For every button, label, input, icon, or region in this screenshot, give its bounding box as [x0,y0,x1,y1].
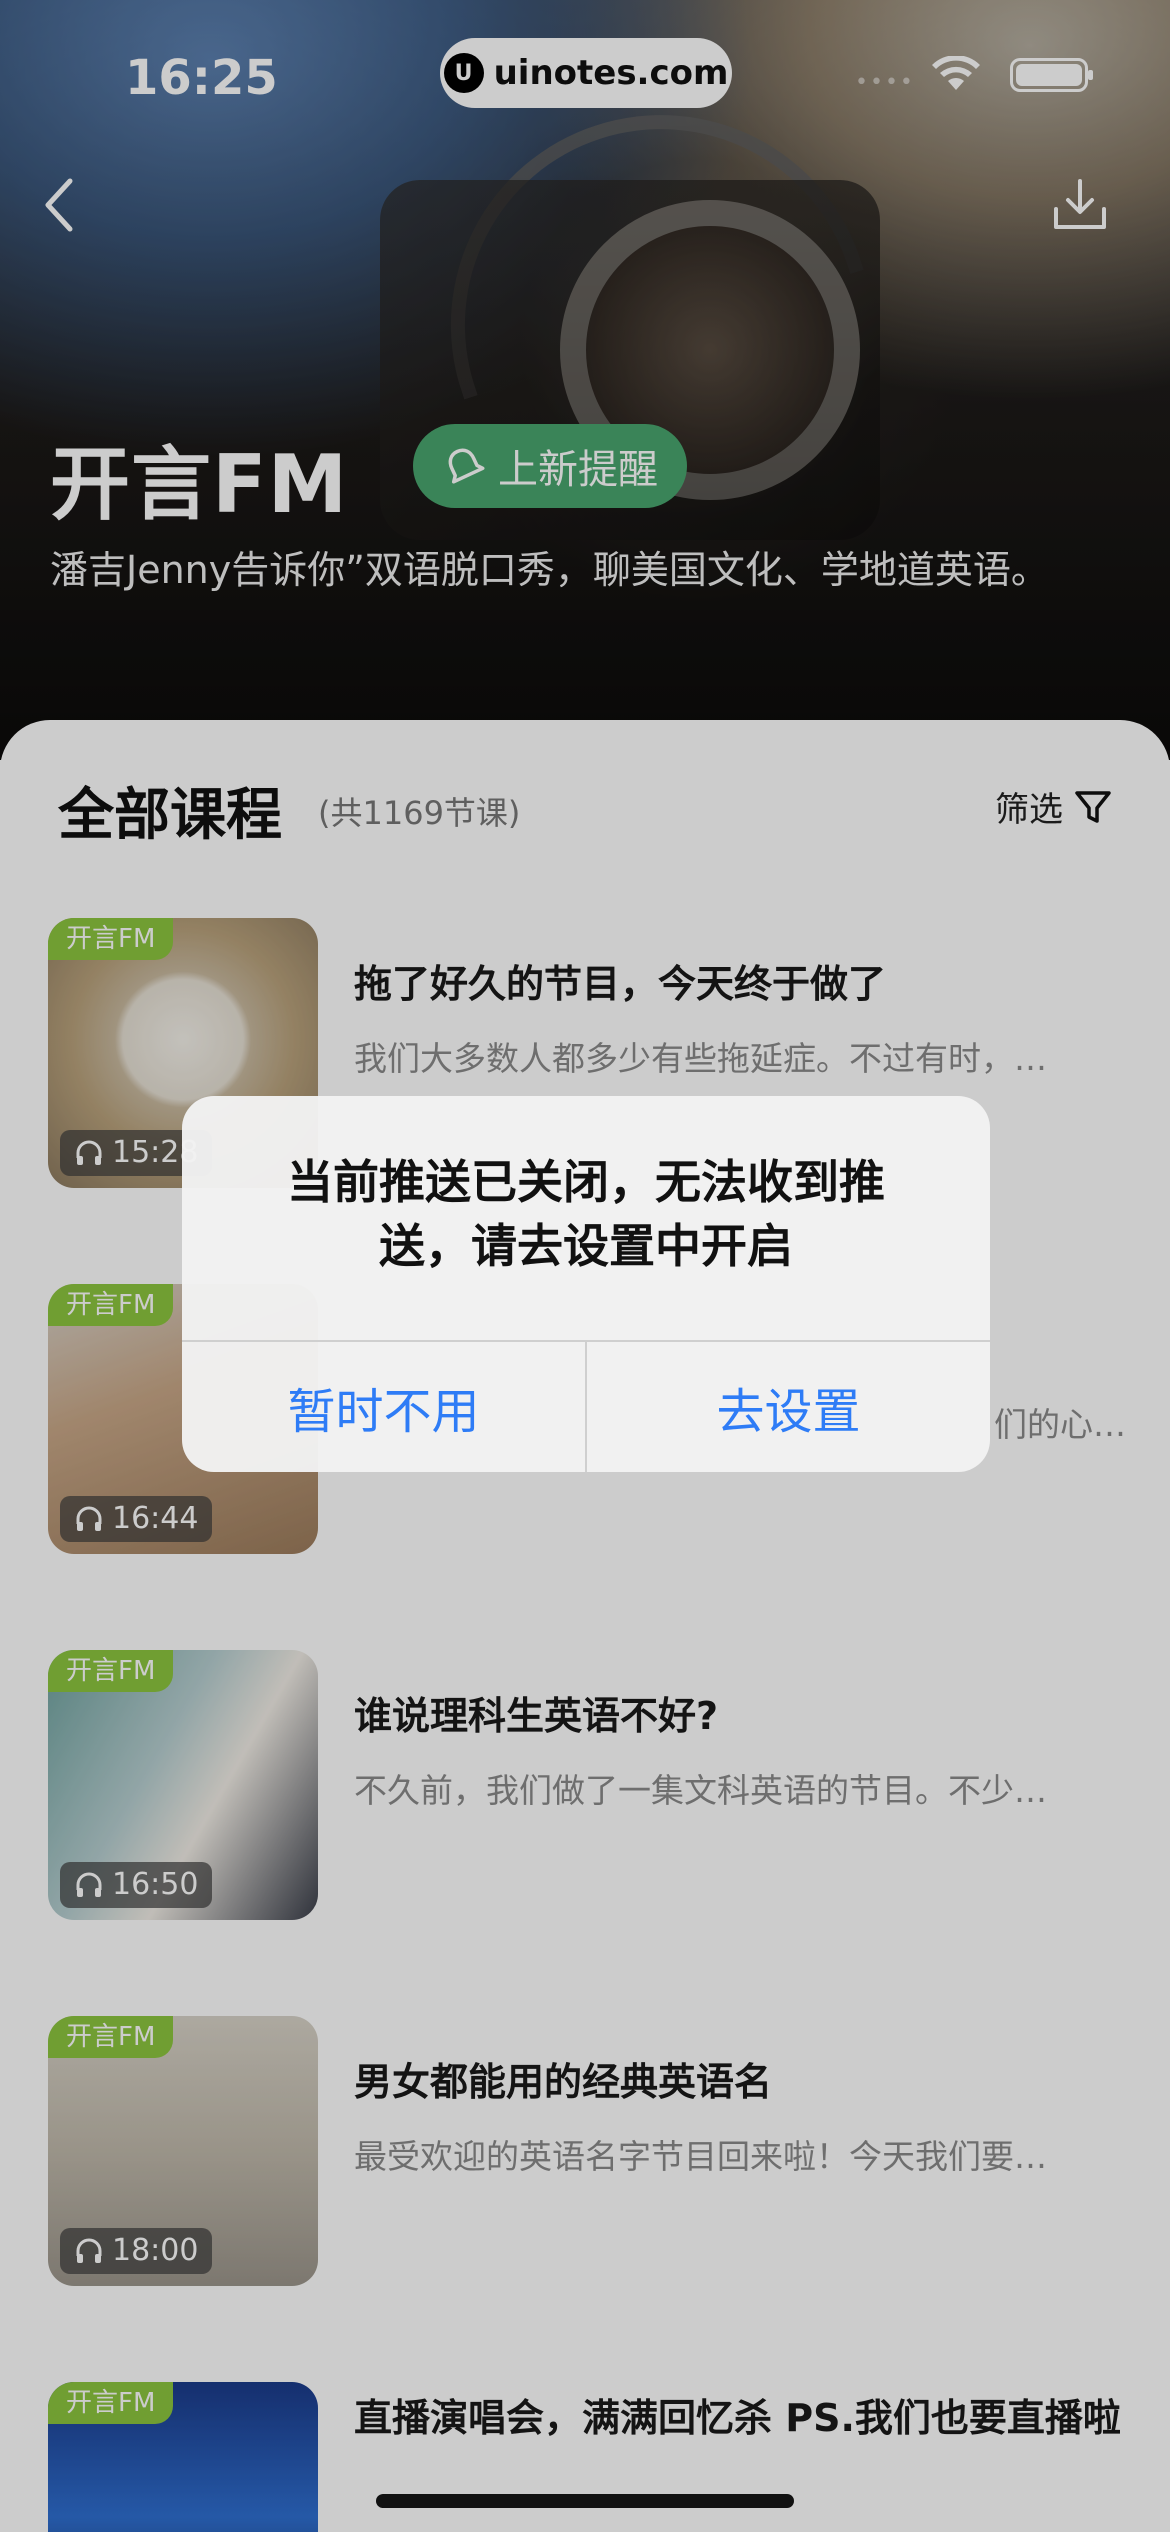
push-disabled-alert: 当前推送已关闭，无法收到推送，请去设置中开启 暂时不用 去设置 [182,1096,990,1472]
alert-actions: 暂时不用 去设置 [182,1340,990,1472]
not-now-button[interactable]: 暂时不用 [182,1342,585,1472]
go-to-settings-button[interactable]: 去设置 [585,1342,990,1472]
home-indicator [376,2494,794,2508]
alert-message: 当前推送已关闭，无法收到推送，请去设置中开启 [287,1155,885,1273]
